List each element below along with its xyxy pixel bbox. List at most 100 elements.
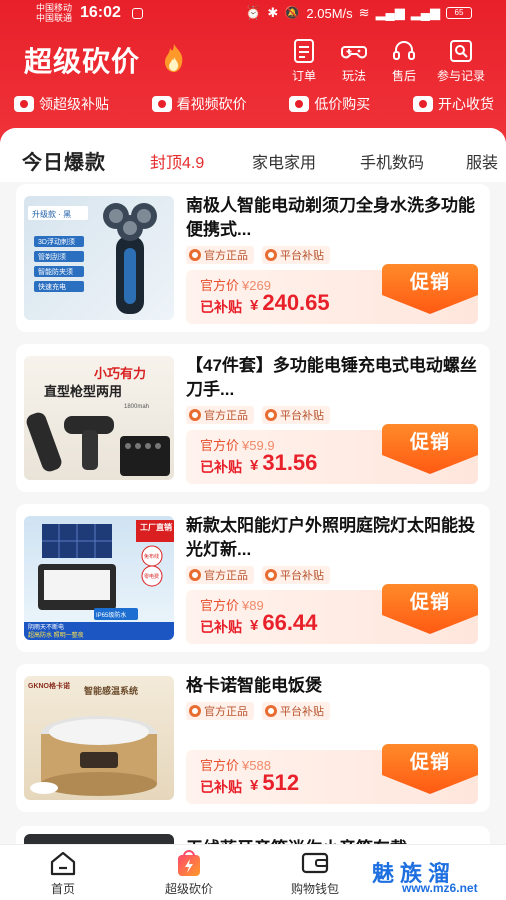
image-sticker-2: 零电费 <box>144 573 159 580</box>
nav-home-label: 首页 <box>50 882 75 896</box>
subsidized-label: 已补贴 <box>200 779 242 795</box>
product-title: 格卡诺智能电饭煲 <box>186 676 322 695</box>
orders-label: 订单 <box>291 69 316 83</box>
official-icon <box>189 409 201 421</box>
flame-icon <box>165 44 183 72</box>
yen-coin-icon <box>265 569 277 581</box>
subsidy-badge: 平台补贴 <box>262 406 330 424</box>
official-price-label: 官方价 <box>200 598 240 613</box>
video-icon <box>151 96 172 112</box>
signal-icon: ▂▄▆ <box>375 5 405 20</box>
bluetooth-icon: ✱ <box>267 5 279 20</box>
feature-super-subsidy[interactable]: 领超级补贴 <box>14 94 109 114</box>
nav-wallet[interactable]: 购物钱包 <box>270 849 360 897</box>
clock: 16:02 <box>80 4 121 21</box>
badge-text: 官方正品 <box>204 410 248 422</box>
battery-icon: 65 <box>446 7 472 19</box>
image-headline: 直型枪型两用 <box>44 384 122 399</box>
tab-capped-4-9[interactable]: 封顶4.9 <box>150 149 204 173</box>
coin-icon <box>14 96 34 112</box>
tab-clothing[interactable]: 服装 <box>466 149 498 173</box>
after-sales-button[interactable]: 售后 <box>380 38 428 84</box>
nav-super-bargain[interactable]: 超级砍价 <box>144 849 234 897</box>
product-image: 升级款 · 黑 3D浮动刺须 管剃刮须 智能防夹须 快速充电 <box>24 196 174 320</box>
image-tag: 工厂直销 <box>140 522 172 532</box>
product-badges: 官方正品 平台补贴 <box>186 702 330 720</box>
image-feature-2: 管剃刮须 <box>38 252 66 261</box>
badge-text: 平台补贴 <box>280 706 324 718</box>
signal-icon-2: ▂▄▆ <box>410 5 440 20</box>
home-icon <box>50 851 76 876</box>
feature-low-price[interactable]: 低价购买 <box>289 94 370 114</box>
product-title: 无线蓝牙音箱迷你小音箱车载 <box>186 834 407 844</box>
promo-button[interactable]: 促销 <box>382 264 478 314</box>
participation-record-button[interactable]: 参与记录 <box>430 38 492 84</box>
card-icon <box>412 96 433 112</box>
image-feature-4: 快速充电 <box>38 282 66 291</box>
page-title: 超级砍价 <box>24 46 141 77</box>
feature-label: 领超级补贴 <box>39 96 109 112</box>
bag-icon <box>289 96 310 112</box>
feature-label: 看视频砍价 <box>176 96 247 112</box>
official-price-label: 官方价 <box>200 758 240 773</box>
product-card[interactable]: 小巧有力 直型枪型两用 1800mah 【47件套】多功能电锤充电式电动螺丝刀手… <box>16 344 490 492</box>
image-footer-2: 超高防水 照明一整夜 <box>28 631 84 639</box>
yen-coin-icon <box>265 249 277 261</box>
currency-symbol: ¥ <box>250 777 259 794</box>
image-brand: GKNO格卡诺 <box>28 681 70 690</box>
official-price-label: 官方价 <box>200 278 240 293</box>
image-tag: 智能感温系统 <box>84 685 138 696</box>
badge-text: 平台补贴 <box>280 250 324 262</box>
record-icon <box>450 40 472 62</box>
subsidized-price: ¥66.44 <box>250 610 317 636</box>
drill-image: 小巧有力 直型枪型两用 1800mah <box>26 366 170 476</box>
app-notification-icon <box>132 8 143 19</box>
headset-icon <box>393 41 415 60</box>
product-title: 南极人智能电动剃须刀全身水洗多功能便携式... <box>186 196 475 239</box>
price-box: 官方价 ¥89 已补贴 ¥66.44 促销 <box>186 584 478 644</box>
price-box: 官方价 ¥269 已补贴 ¥240.65 促销 <box>186 264 478 324</box>
subsidized-price: ¥31.56 <box>250 450 317 476</box>
subsidized-label: 已补贴 <box>200 619 242 635</box>
currency-symbol: ¥ <box>250 617 259 634</box>
price-value: 512 <box>262 770 300 795</box>
feature-strip: 领超级补贴 看视频砍价 低价购买 开心收货 <box>14 94 494 114</box>
feature-happy-receive[interactable]: 开心收货 <box>412 94 494 114</box>
after-sales-label: 售后 <box>391 69 416 83</box>
promo-button[interactable]: 促销 <box>382 744 478 794</box>
product-card[interactable]: 升级款 · 黑 3D浮动刺须 管剃刮须 智能防夹须 快速充电 南极人智能电动剃须… <box>16 184 490 332</box>
official-icon <box>189 249 201 261</box>
subsidy-badge: 平台补贴 <box>262 246 330 264</box>
main-content: 今日爆款 封顶4.9 家电家用 手机数码 服装 升级款 · 黑 3D浮动刺须 管… <box>0 128 506 844</box>
feature-video-bargain[interactable]: 看视频砍价 <box>151 94 247 114</box>
promo-button[interactable]: 促销 <box>382 424 478 474</box>
product-image: 小巧有力 直型枪型两用 1800mah <box>24 356 174 480</box>
feature-label: 开心收货 <box>437 96 494 112</box>
yen-coin-icon <box>265 705 277 717</box>
subsidy-badge: 平台补贴 <box>262 566 330 584</box>
orders-button[interactable]: 订单 <box>280 38 328 84</box>
product-card[interactable]: 工厂直销 免布线 零电费 IP65级防水 阴雨天不断电 超高防水 照明一整夜 新… <box>16 504 490 652</box>
price-value: 240.65 <box>262 290 330 315</box>
product-card-partial[interactable]: 无线蓝牙音箱迷你小音箱车载 <box>16 826 490 844</box>
currency-symbol: ¥ <box>250 457 259 474</box>
product-image: GKNO格卡诺 智能感温系统 <box>24 676 174 800</box>
product-title: 新款太阳能灯户外照明庭院灯太阳能投光灯新... <box>186 516 475 559</box>
mute-icon: 🔕 <box>284 5 301 20</box>
official-icon <box>189 705 201 717</box>
price-box: 官方价 ¥59.9 已补贴 ¥31.56 促销 <box>186 424 478 484</box>
tab-phones-digital[interactable]: 手机数码 <box>360 149 424 173</box>
nav-home[interactable]: 首页 <box>18 849 108 897</box>
official-price-label: 官方价 <box>200 438 240 453</box>
tab-today-hot[interactable]: 今日爆款 <box>22 146 106 175</box>
image-footer-1: 阴雨天不断电 <box>28 623 64 631</box>
gameplay-button[interactable]: 玩法 <box>330 38 378 84</box>
subsidized-price: ¥512 <box>250 770 299 796</box>
watermark-url: www.mz6.net <box>402 881 478 895</box>
price-value: 31.56 <box>262 450 318 475</box>
promo-button[interactable]: 促销 <box>382 584 478 634</box>
tab-home-appliances[interactable]: 家电家用 <box>252 149 316 173</box>
image-sub: 1800mah <box>124 404 149 410</box>
price-box: 官方价 ¥588 已补贴 ¥512 促销 <box>186 744 478 804</box>
product-card[interactable]: GKNO格卡诺 智能感温系统 格卡诺智能电饭煲 官方正品 平台补贴 官方价 ¥58… <box>16 664 490 812</box>
